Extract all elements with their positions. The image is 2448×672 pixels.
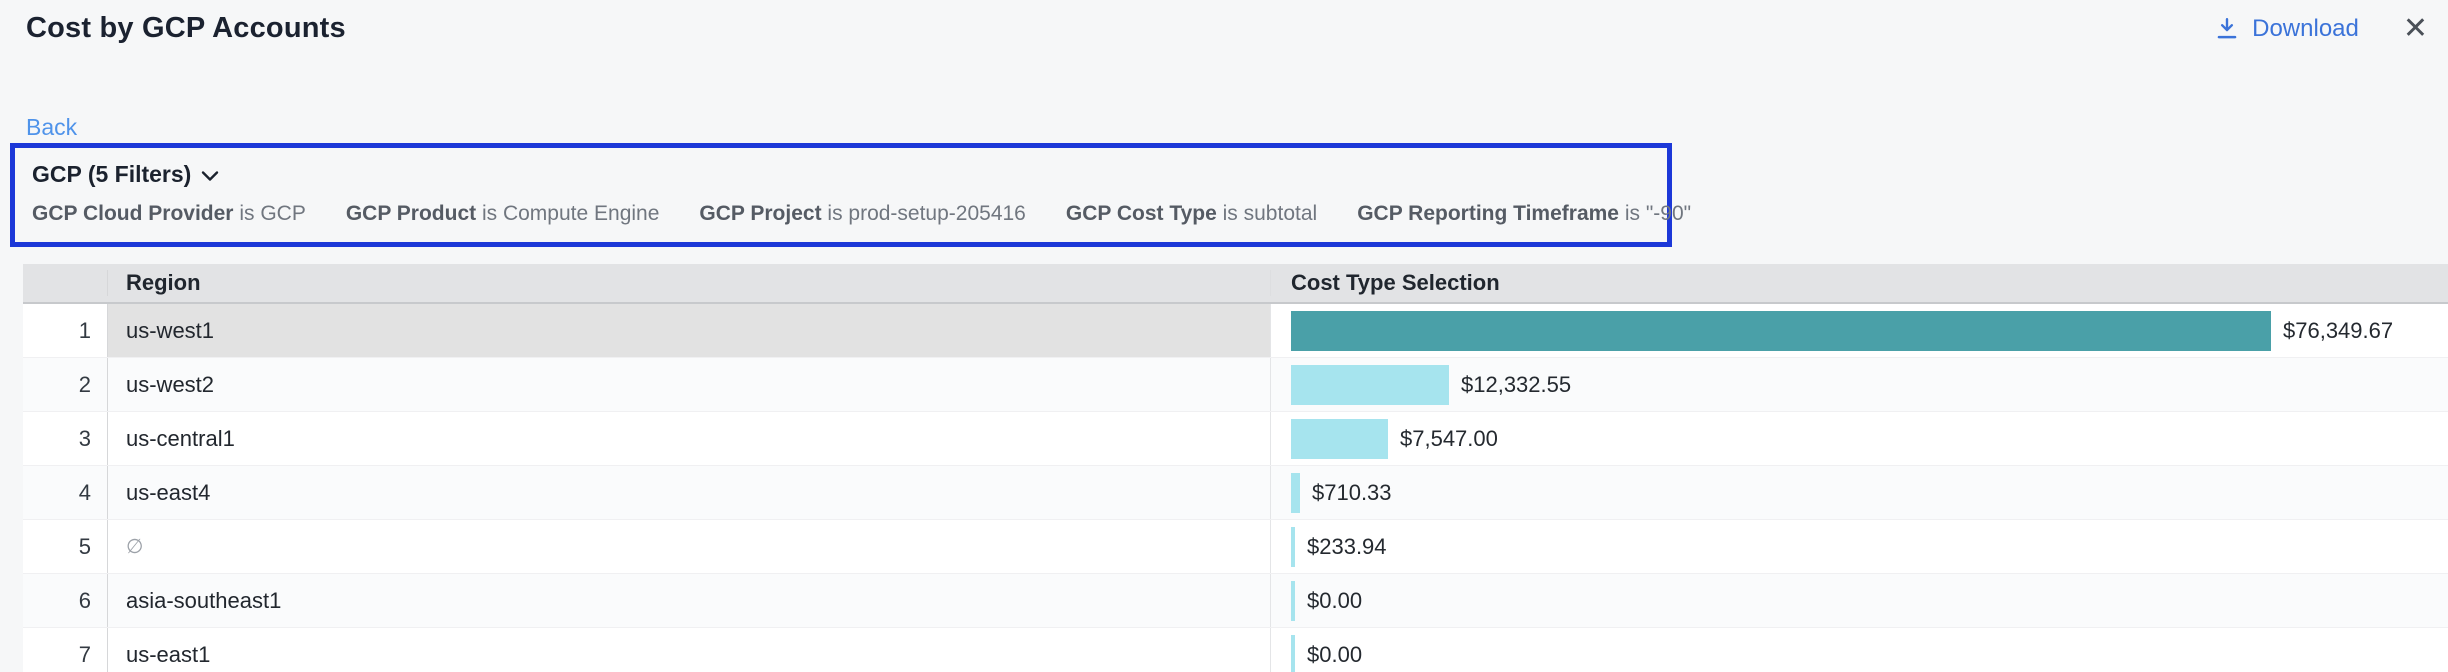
page-title: Cost by GCP Accounts — [26, 12, 346, 45]
cost-bar-cell: $76,349.67 — [1270, 304, 2448, 357]
table-row[interactable]: 5 ∅ $233.94 — [23, 520, 2448, 574]
cost-value-label: $0.00 — [1307, 642, 1362, 668]
download-label: Download — [2252, 15, 2359, 43]
region-cell[interactable]: asia-southeast1 — [107, 574, 1270, 627]
filter-summary-toggle[interactable]: GCP (5 Filters) — [32, 161, 1667, 188]
cost-value-label: $0.00 — [1307, 588, 1362, 614]
back-link[interactable]: Back — [26, 114, 77, 141]
cost-value-label: $710.33 — [1312, 480, 1392, 506]
cost-column-header: Cost Type Selection — [1270, 270, 2448, 296]
header-actions: Download ✕ — [2214, 14, 2428, 44]
region-cell[interactable]: us-central1 — [107, 412, 1270, 465]
download-button[interactable]: Download — [2214, 15, 2359, 43]
filter-condition-1[interactable]: GCP Product is Compute Engine — [346, 202, 660, 226]
cost-value-label: $7,547.00 — [1400, 426, 1498, 452]
region-cell[interactable]: ∅ — [107, 520, 1270, 573]
cost-bar[interactable] — [1291, 311, 2271, 351]
row-number: 2 — [23, 358, 107, 411]
cost-bar-cell: $0.00 — [1270, 628, 2448, 672]
row-number: 7 — [23, 628, 107, 672]
table-header-row: Region Cost Type Selection — [23, 264, 2448, 304]
cost-bar[interactable] — [1291, 419, 1388, 459]
row-number: 3 — [23, 412, 107, 465]
close-icon[interactable]: ✕ — [2403, 14, 2428, 44]
row-number: 4 — [23, 466, 107, 519]
region-cell[interactable]: us-west1 — [107, 304, 1270, 357]
download-icon — [2214, 16, 2240, 42]
cost-bar[interactable] — [1291, 365, 1449, 405]
cost-bar[interactable] — [1291, 527, 1295, 567]
filter-condition-3[interactable]: GCP Cost Type is subtotal — [1066, 202, 1317, 226]
cost-bar-cell: $0.00 — [1270, 574, 2448, 627]
region-cell[interactable]: us-west2 — [107, 358, 1270, 411]
filter-condition-2[interactable]: GCP Project is prod-setup-205416 — [699, 202, 1025, 226]
cost-value-label: $76,349.67 — [2283, 318, 2393, 344]
table-row[interactable]: 7us-east1 $0.00 — [23, 628, 2448, 672]
cost-bar[interactable] — [1291, 473, 1300, 513]
filter-condition-0[interactable]: GCP Cloud Provider is GCP — [32, 202, 306, 226]
region-cell[interactable]: us-east1 — [107, 628, 1270, 672]
null-value-icon: ∅ — [126, 534, 143, 559]
cost-bar[interactable] — [1291, 635, 1295, 672]
filter-highlight-box: GCP (5 Filters) GCP Cloud Provider is GC… — [10, 143, 1672, 247]
cost-bar-cell: $710.33 — [1270, 466, 2448, 519]
chevron-down-icon — [201, 161, 219, 188]
table-row[interactable]: 3us-central1 $7,547.00 — [23, 412, 2448, 466]
table-body: 1us-west1$76,349.672us-west2$12,332.553u… — [23, 304, 2448, 672]
region-cell[interactable]: us-east4 — [107, 466, 1270, 519]
filter-summary-label: GCP (5 Filters) — [32, 161, 191, 188]
row-number: 5 — [23, 520, 107, 573]
cost-value-label: $233.94 — [1307, 534, 1387, 560]
cost-bar-cell: $12,332.55 — [1270, 358, 2448, 411]
row-number: 6 — [23, 574, 107, 627]
applied-filters-list: GCP Cloud Provider is GCP GCP Product is … — [32, 202, 1667, 226]
cost-table: Region Cost Type Selection 1us-west1 $76,… — [23, 264, 2448, 672]
cost-bar-cell: $7,547.00 — [1270, 412, 2448, 465]
row-number: 1 — [23, 304, 107, 357]
table-row[interactable]: 1us-west1 $76,349.67 — [23, 304, 2448, 358]
cost-bar[interactable] — [1291, 581, 1295, 621]
cost-value-label: $12,332.55 — [1461, 372, 1571, 398]
filter-condition-4[interactable]: GCP Reporting Timeframe is "-90" — [1357, 202, 1691, 226]
table-row[interactable]: 4us-east4 $710.33 — [23, 466, 2448, 520]
table-row[interactable]: 6asia-southeast1 $0.00 — [23, 574, 2448, 628]
region-column-header: Region — [107, 270, 1270, 296]
cost-bar-cell: $233.94 — [1270, 520, 2448, 573]
table-row[interactable]: 2us-west2 $12,332.55 — [23, 358, 2448, 412]
cost-report-panel: Cost by GCP Accounts Download ✕ Back GCP… — [0, 0, 2448, 672]
